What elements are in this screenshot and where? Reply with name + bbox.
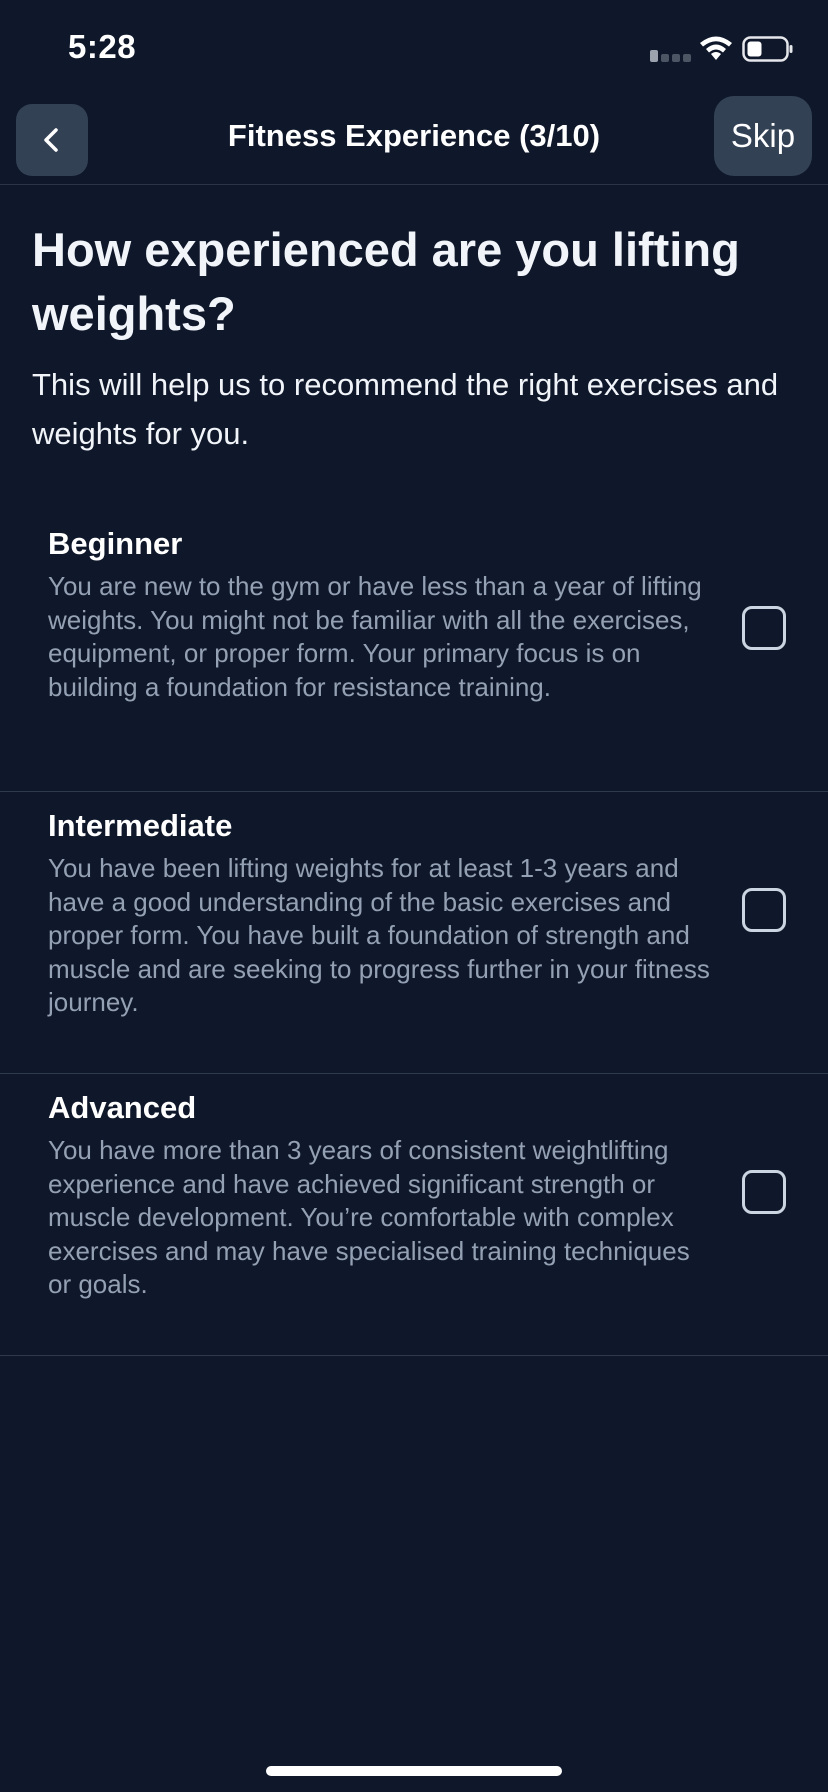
option-title: Intermediate (48, 808, 233, 843)
option-beginner[interactable]: Beginner You are new to the gym or have … (0, 510, 828, 792)
advanced-checkbox[interactable] (742, 1170, 786, 1214)
navigation-bar: Fitness Experience (3/10) Skip (0, 96, 828, 185)
page-title: Fitness Experience (3/10) (227, 118, 601, 153)
option-intermediate[interactable]: Intermediate You have been lifting weigh… (0, 792, 828, 1074)
status-bar: 5:28 (0, 0, 828, 96)
option-description: You have more than 3 years of consistent… (48, 1135, 690, 1299)
cellular-signal-icon (650, 50, 691, 62)
experience-options-list: Beginner You are new to the gym or have … (0, 510, 828, 1356)
intermediate-checkbox[interactable] (742, 888, 786, 932)
status-time: 5:28 (68, 28, 137, 65)
option-description: You are new to the gym or have less than… (48, 571, 702, 702)
question-subtitle: This will help us to recommend the right… (32, 367, 779, 451)
home-indicator[interactable] (266, 1766, 562, 1776)
skip-button[interactable]: Skip (714, 96, 812, 176)
question-title: How experienced are you lifting weights? (32, 223, 740, 340)
option-description: You have been lifting weights for at lea… (48, 853, 710, 1017)
beginner-checkbox[interactable] (742, 606, 786, 650)
option-title: Advanced (48, 1090, 197, 1125)
option-advanced[interactable]: Advanced You have more than 3 years of c… (0, 1074, 828, 1356)
option-title: Beginner (48, 526, 183, 561)
wifi-icon (700, 36, 732, 60)
battery-icon (742, 36, 793, 62)
